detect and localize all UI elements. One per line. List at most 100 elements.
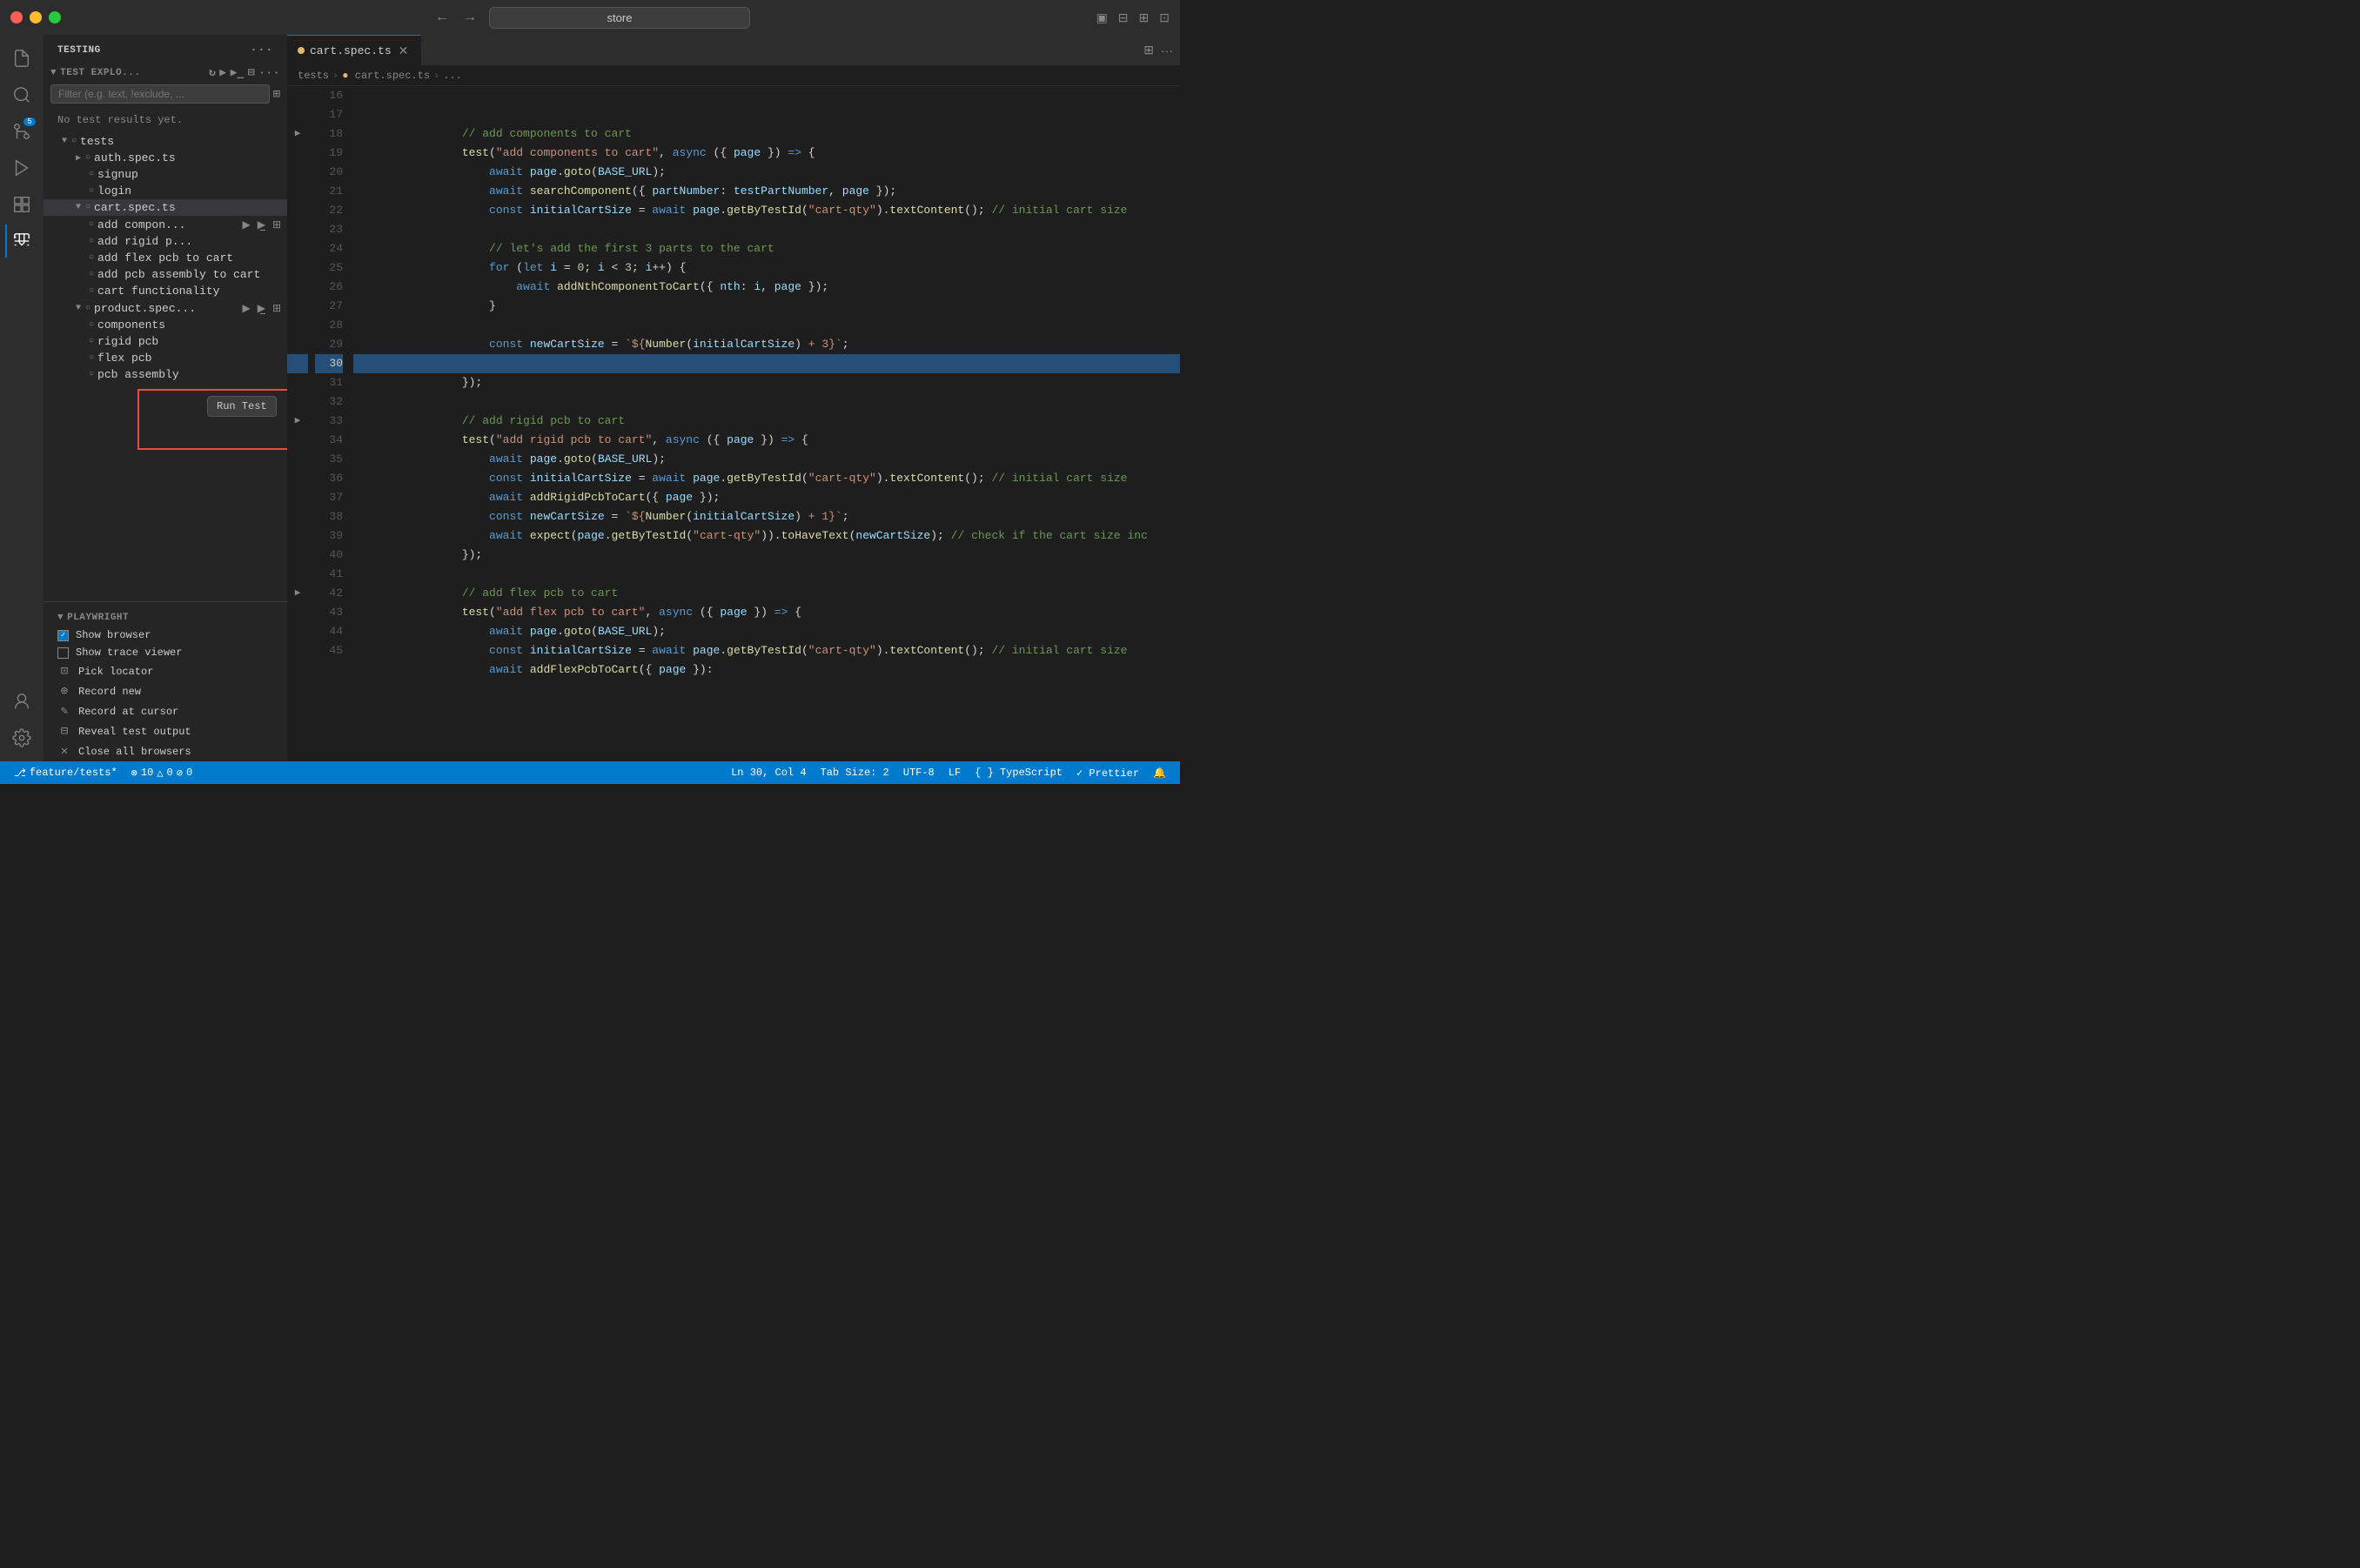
activity-settings[interactable] bbox=[5, 721, 38, 754]
status-language[interactable]: { } TypeScript bbox=[968, 761, 1069, 784]
split-editor-right-icon[interactable]: ⊞ bbox=[1143, 43, 1154, 57]
tree-item-pcb-assembly[interactable]: ○ pcb assembly bbox=[44, 366, 287, 383]
tree-label-add-rigid: add rigid p... bbox=[97, 235, 287, 248]
pick-locator-row[interactable]: ⊡ Pick locator bbox=[44, 661, 287, 681]
activity-testing[interactable] bbox=[5, 224, 38, 258]
titlebar-right: ▣ ⊟ ⊞ ⊡ bbox=[1096, 10, 1170, 25]
line-18: test("add components to cart", async ({ … bbox=[353, 124, 1180, 144]
sidebar-toggle-icon[interactable]: ▣ bbox=[1096, 10, 1108, 25]
status-prettier[interactable]: ✓ Prettier bbox=[1069, 761, 1146, 784]
arrow-29 bbox=[287, 335, 308, 354]
close-button[interactable] bbox=[10, 11, 23, 23]
run-arrow-33[interactable]: ▶ bbox=[287, 412, 308, 431]
record-at-cursor-row[interactable]: ✎ Record at cursor bbox=[44, 701, 287, 721]
show-browser-row[interactable]: ✓ Show browser bbox=[44, 627, 287, 644]
code-content[interactable]: ▶ ▶ bbox=[287, 86, 1180, 761]
run-all-tests-icon[interactable]: ▶ bbox=[219, 66, 226, 79]
arrow-35 bbox=[287, 450, 308, 469]
tree-item-add-components[interactable]: ○ add compon... ▶ ▶̲ ⊞ bbox=[44, 216, 287, 233]
tab-size-label: Tab Size: 2 bbox=[821, 767, 889, 779]
run-product-button[interactable]: ▶ bbox=[239, 301, 252, 315]
status-cursor[interactable]: Ln 30, Col 4 bbox=[724, 761, 813, 784]
tab-cart-spec[interactable]: cart.spec.ts ✕ bbox=[287, 35, 421, 66]
tree-item-rigid-pcb[interactable]: ○ rigid pcb bbox=[44, 333, 287, 350]
tree-item-signup[interactable]: ○ signup bbox=[44, 166, 287, 183]
goto-test-button[interactable]: ⊞ bbox=[270, 218, 284, 231]
run-arrow-18[interactable]: ▶ bbox=[287, 124, 308, 144]
activity-search[interactable] bbox=[5, 78, 38, 111]
activity-explorer[interactable] bbox=[5, 42, 38, 75]
code-editor: ▶ ▶ bbox=[287, 86, 1180, 761]
line-35: const initialCartSize = await page.getBy… bbox=[353, 450, 1180, 469]
tree-item-login[interactable]: ○ login bbox=[44, 183, 287, 199]
tree-item-flex-pcb[interactable]: ○ flex pcb bbox=[44, 350, 287, 366]
tree-item-add-pcb-assembly[interactable]: ○ add pcb assembly to cart bbox=[44, 266, 287, 283]
tree-item-auth-spec[interactable]: ▶ ○ auth.spec.ts bbox=[44, 150, 287, 166]
nav-arrows: ← → bbox=[430, 8, 482, 27]
tree-item-add-flex[interactable]: ○ add flex pcb to cart bbox=[44, 250, 287, 266]
search-input[interactable] bbox=[489, 7, 750, 29]
show-trace-checkbox[interactable] bbox=[57, 647, 69, 659]
bell-icon: 🔔 bbox=[1153, 767, 1166, 780]
tree-item-cart-spec[interactable]: ▼ ○ cart.spec.ts bbox=[44, 199, 287, 216]
activity-extensions[interactable] bbox=[5, 188, 38, 221]
run-with-coverage-button[interactable]: ▶̲ bbox=[255, 218, 268, 231]
breadcrumb-tests[interactable]: tests bbox=[298, 70, 329, 82]
nav-forward-button[interactable]: → bbox=[458, 8, 482, 27]
run-arrow-42[interactable]: ▶ bbox=[287, 584, 308, 603]
breadcrumb-file[interactable]: ● cart.spec.ts bbox=[342, 70, 430, 82]
tree-item-add-rigid[interactable]: ○ add rigid p... bbox=[44, 233, 287, 250]
tree-item-components[interactable]: ○ components bbox=[44, 317, 287, 333]
line-45: await addFlexPcbToCart({ page }): bbox=[353, 641, 1180, 660]
line-37: const newCartSize = `${Number(initialCar… bbox=[353, 488, 1180, 507]
line-34: await page.goto(BASE_URL); bbox=[353, 431, 1180, 450]
filter-icon[interactable]: ⊞ bbox=[273, 87, 280, 102]
circle-icon-components: ○ bbox=[89, 320, 94, 330]
maximize-button[interactable] bbox=[49, 11, 61, 23]
line-32: // add rigid pcb to cart bbox=[353, 392, 1180, 412]
collapse-all-icon[interactable]: ⊟ bbox=[248, 66, 255, 79]
editor-layout-icon[interactable]: ⊟ bbox=[1118, 10, 1129, 25]
test-explorer-arrow[interactable]: ▼ bbox=[50, 68, 57, 78]
show-browser-checkbox[interactable]: ✓ bbox=[57, 630, 69, 641]
activity-run-debug[interactable] bbox=[5, 151, 38, 184]
more-tests-icon[interactable]: ··· bbox=[258, 66, 280, 79]
record-new-row[interactable]: ⊕ Record new bbox=[44, 681, 287, 701]
status-encoding[interactable]: UTF-8 bbox=[896, 761, 942, 784]
show-trace-row[interactable]: Show trace viewer bbox=[44, 644, 287, 661]
tree-item-cart-functionality[interactable]: ○ cart functionality bbox=[44, 283, 287, 299]
playwright-label[interactable]: ▼ PLAYWRIGHT bbox=[44, 606, 287, 627]
tree-label-rigid: rigid pcb bbox=[97, 335, 287, 348]
run-with-coverage-icon[interactable]: ▶̲ bbox=[231, 66, 245, 79]
status-eol[interactable]: LF bbox=[942, 761, 968, 784]
source-control-badge: 5 bbox=[23, 117, 36, 126]
line-23: // let's add the first 3 parts to the ca… bbox=[353, 220, 1180, 239]
more-options-icon[interactable]: ··· bbox=[250, 44, 273, 57]
circle-icon-cart-func: ○ bbox=[89, 286, 94, 296]
status-errors[interactable]: ⊗ 10 △ 0 ⊘ 0 bbox=[124, 761, 200, 784]
status-tab-size[interactable]: Tab Size: 2 bbox=[814, 761, 896, 784]
breadcrumb-more[interactable]: ... bbox=[443, 70, 462, 82]
run-product-coverage-button[interactable]: ▶̲ bbox=[255, 301, 268, 315]
activity-account[interactable] bbox=[5, 685, 38, 718]
goto-product-button[interactable]: ⊞ bbox=[270, 301, 284, 315]
status-branch[interactable]: ⎇ feature/tests* bbox=[7, 761, 124, 784]
editor-more-icon[interactable]: ··· bbox=[1161, 44, 1173, 57]
nav-back-button[interactable]: ← bbox=[430, 8, 454, 27]
run-test-button[interactable]: ▶ bbox=[239, 218, 252, 231]
tree-item-product-spec[interactable]: ▼ ○ product.spec... ▶ ▶̲ ⊞ bbox=[44, 299, 287, 317]
reveal-test-output-row[interactable]: ⊟ Reveal test output bbox=[44, 721, 287, 741]
minimize-button[interactable] bbox=[30, 11, 42, 23]
tree-label-tests: tests bbox=[80, 135, 287, 148]
activity-source-control[interactable]: 5 bbox=[5, 115, 38, 148]
filter-input[interactable] bbox=[50, 84, 270, 104]
close-browsers-row[interactable]: ✕ Close all browsers bbox=[44, 741, 287, 761]
tab-close-button[interactable]: ✕ bbox=[397, 44, 411, 58]
customize-layout-icon[interactable]: ⊡ bbox=[1159, 10, 1170, 25]
line-33: test("add rigid pcb to cart", async ({ p… bbox=[353, 412, 1180, 431]
split-editor-icon[interactable]: ⊞ bbox=[1139, 10, 1150, 25]
refresh-tests-icon[interactable]: ↻ bbox=[209, 66, 216, 79]
tree-actions-add-components: ▶ ▶̲ ⊞ bbox=[239, 218, 284, 231]
status-bell[interactable]: 🔔 bbox=[1146, 761, 1173, 784]
tree-item-tests[interactable]: ▼ ○ tests bbox=[44, 133, 287, 150]
